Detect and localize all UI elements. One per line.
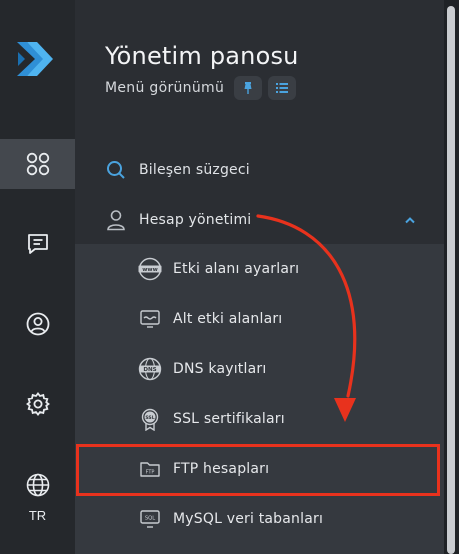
section-label: Hesap yönetimi [139, 212, 252, 228]
svg-text:SQL: SQL [145, 515, 155, 521]
menu-item-ftp-accounts[interactable]: FTP FTP hesapları [75, 444, 444, 494]
sql-icon: SQL [140, 510, 160, 528]
list-icon [276, 83, 289, 93]
rail-item-messages[interactable] [0, 219, 75, 269]
menu-item-label: Alt etki alanları [173, 311, 283, 327]
section-account-management[interactable]: Hesap yönetimi [75, 196, 444, 244]
ftp-folder-icon: FTP [140, 462, 160, 477]
page-title: Yönetim panosu [105, 42, 299, 70]
user-circle-icon [26, 312, 49, 336]
svg-text:www: www [142, 267, 158, 273]
menu-item-subdomains[interactable]: Alt etki alanları [75, 294, 444, 344]
menu-item-label: DNS kayıtları [173, 361, 267, 377]
menu-item-mysql-databases[interactable]: SQL MySQL veri tabanları [75, 494, 444, 544]
menu-item-domain-settings[interactable]: www Etki alanı ayarları [75, 244, 444, 294]
svg-text:DNS: DNS [143, 367, 156, 373]
chevron-up-icon[interactable] [404, 215, 416, 225]
pin-menu-button[interactable] [234, 76, 263, 100]
globe-icon [26, 473, 49, 497]
menu-item-label: FTP hesapları [173, 461, 270, 477]
apps-grid-icon [26, 152, 49, 176]
chat-icon [27, 234, 48, 254]
logo-icon [17, 42, 53, 76]
language-switcher[interactable]: TR [0, 470, 75, 540]
menu-item-dns-records[interactable]: DNS DNS kayıtları [75, 344, 444, 394]
scrollbar[interactable] [444, 0, 459, 554]
subdomain-monitor-icon [140, 310, 160, 328]
rail-item-account[interactable] [0, 299, 75, 349]
menu-item-label: Etki alanı ayarları [173, 261, 300, 277]
menu-item-ssl-certificates[interactable]: SSL SSL sertifikaları [75, 394, 444, 444]
list-view-button[interactable] [268, 76, 297, 100]
navigation-panel: Yönetim panosu Menü görünümü Bileşen süz… [75, 0, 444, 554]
menu-item-label: SSL sertifikaları [173, 411, 285, 427]
settings-gear-icon [25, 392, 50, 416]
menu-item-label: MySQL veri tabanları [173, 511, 324, 527]
user-icon [107, 210, 125, 231]
component-filter-search[interactable]: Bileşen süzgeci [75, 150, 444, 190]
language-label: TR [28, 508, 47, 523]
dns-globe-icon: DNS [138, 357, 162, 381]
scrollbar-thumb[interactable] [447, 6, 455, 554]
rail-item-apps[interactable] [0, 139, 75, 189]
ssl-badge-icon: SSL [141, 408, 159, 431]
account-submenu: www Etki alanı ayarları Alt etki alanlar… [75, 244, 444, 554]
menu-view-row: Menü görünümü [105, 76, 297, 100]
svg-text:SSL: SSL [145, 415, 154, 421]
menu-view-label: Menü görünümü [105, 80, 225, 96]
pin-icon [244, 82, 252, 94]
rail-item-settings[interactable] [0, 379, 75, 429]
search-icon [107, 161, 125, 179]
search-input[interactable]: Bileşen süzgeci [139, 162, 250, 178]
www-globe-icon: www [138, 257, 162, 281]
left-rail: TR [0, 0, 75, 554]
svg-text:FTP: FTP [146, 469, 155, 475]
